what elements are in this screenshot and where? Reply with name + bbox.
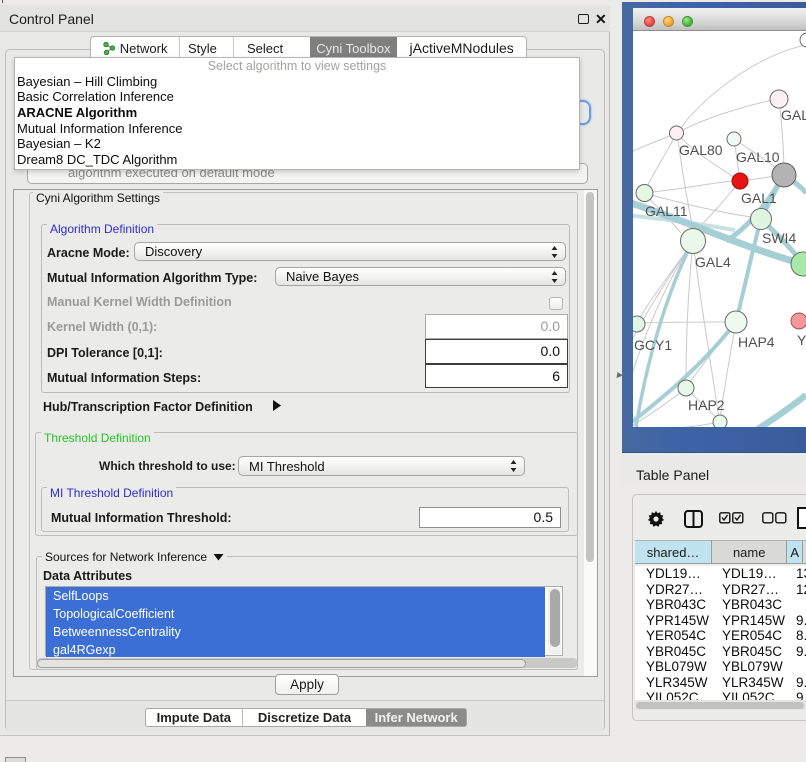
svg-text:HAP2: HAP2 [688,397,725,413]
svg-text:Y: Y [797,332,806,348]
svg-text:HAP4: HAP4 [738,334,775,350]
svg-text:GAL4: GAL4 [695,254,731,270]
svg-text:GAL10: GAL10 [736,149,780,165]
svg-text:GCY1: GCY1 [634,337,672,353]
svg-text:GAL80: GAL80 [679,142,723,158]
svg-text:GAL1: GAL1 [741,190,777,206]
svg-text:SWI4: SWI4 [762,230,796,246]
svg-text:GAL: GAL [781,107,806,123]
svg-text:GAL11: GAL11 [645,203,688,219]
